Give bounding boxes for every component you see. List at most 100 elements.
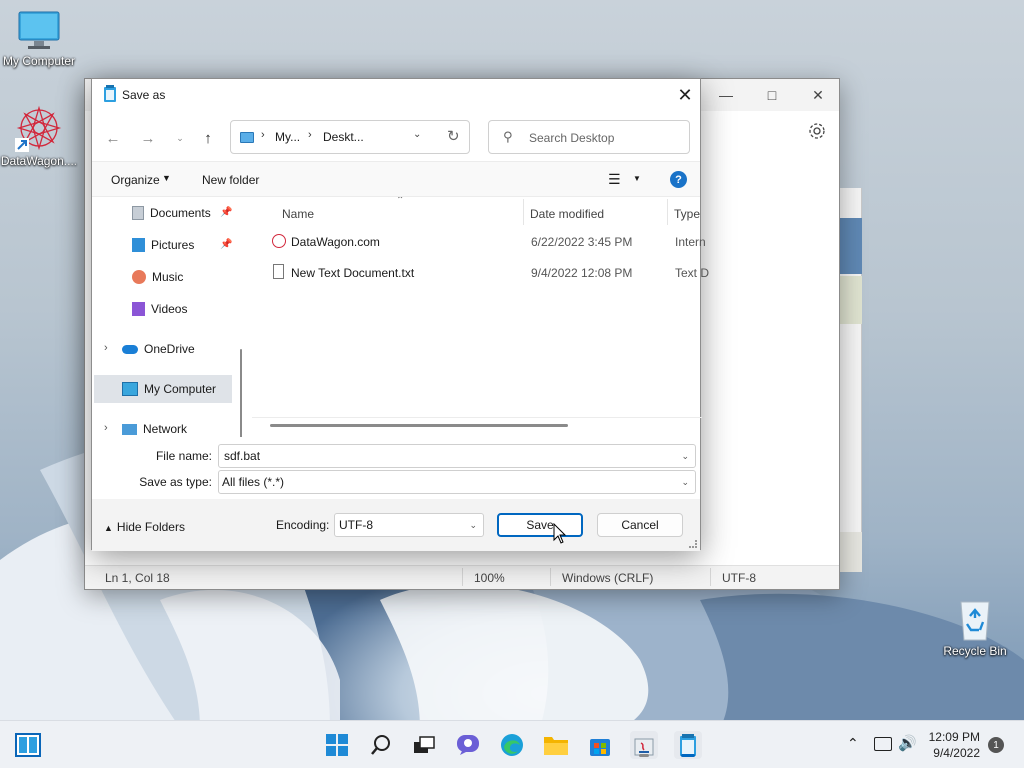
- breadcrumb-desktop[interactable]: Deskt...: [323, 130, 364, 144]
- search-box[interactable]: ⚲ Search Desktop: [488, 120, 690, 154]
- file-row[interactable]: New Text Document.txt 9/4/2022 12:08 PM …: [270, 258, 709, 288]
- monitor-icon: [122, 382, 138, 396]
- datawagon-icon: [15, 104, 63, 152]
- file-list-scrollbar[interactable]: [270, 424, 568, 427]
- file-row[interactable]: DataWagon.com 6/22/2022 3:45 PM Intern: [270, 227, 706, 257]
- breadcrumb-my-computer[interactable]: My...: [275, 130, 300, 144]
- maximize-button[interactable]: □: [749, 79, 795, 111]
- file-name-label: File name:: [155, 449, 212, 463]
- chevron-down-icon[interactable]: ⌄: [681, 451, 689, 462]
- file-date: 9/4/2022 12:08 PM: [531, 266, 633, 280]
- onedrive-icon: [122, 344, 138, 354]
- expand-chevron-icon[interactable]: ›: [104, 422, 108, 434]
- close-button[interactable]: ✕: [795, 79, 841, 111]
- hide-folders-label: Hide Folders: [116, 520, 185, 534]
- system-clock[interactable]: 12:09 PM 9/4/2022: [929, 729, 980, 761]
- nav-item-label: Videos: [151, 302, 188, 316]
- navigation-scrollbar[interactable]: [240, 349, 242, 437]
- view-options-icon[interactable]: ☰: [608, 171, 621, 188]
- command-bar: Organize ▼ New folder ☰ ▼ ?: [92, 161, 700, 197]
- column-header-name[interactable]: Name: [282, 207, 314, 221]
- nav-item-label: Network: [143, 422, 188, 436]
- organize-button[interactable]: Organize: [111, 173, 160, 187]
- text-file-icon: [273, 264, 284, 279]
- column-header-date[interactable]: Date modified: [530, 207, 604, 221]
- address-bar[interactable]: › My... › Deskt... ⌄ ↻: [230, 120, 470, 154]
- notepad-statusbar: Ln 1, Col 18 100% Windows (CRLF) UTF-8: [85, 565, 839, 589]
- expand-chevron-icon[interactable]: ›: [104, 342, 108, 354]
- network-icon: [122, 423, 137, 435]
- encoding-select[interactable]: UTF-8 ⌄: [334, 513, 484, 537]
- file-row[interactable]: [250, 303, 702, 333]
- nav-item-music[interactable]: Music: [132, 263, 232, 291]
- navigation-bar: ← → ⌄ ↑ › My... › Deskt... ⌄ ↻ ⚲ Search …: [92, 117, 700, 157]
- back-arrow-icon[interactable]: ←: [102, 127, 124, 149]
- file-type: Intern: [675, 235, 706, 249]
- new-folder-button[interactable]: New folder: [202, 173, 259, 187]
- widgets-icon[interactable]: [14, 731, 42, 759]
- chat-icon[interactable]: [454, 731, 482, 759]
- file-name-value: sdf.bat: [224, 449, 261, 463]
- file-explorer-icon[interactable]: [542, 731, 570, 759]
- edge-browser-icon[interactable]: [498, 731, 526, 759]
- chevron-down-icon[interactable]: ⌄: [469, 520, 477, 531]
- dialog-footer: ▲ Hide Folders Encoding: UTF-8 ⌄ Save Can…: [92, 499, 700, 551]
- nav-item-label: My Computer: [144, 382, 217, 396]
- file-list-divider: [252, 417, 702, 418]
- volume-icon[interactable]: 🔊: [898, 734, 917, 752]
- clock-date: 9/4/2022: [933, 746, 980, 760]
- search-icon[interactable]: [367, 731, 395, 759]
- search-placeholder: Search Desktop: [529, 131, 615, 145]
- up-arrow-icon[interactable]: ↑: [197, 127, 219, 149]
- taskbar: ⌃ 🔊 12:09 PM 9/4/2022 1: [0, 720, 1024, 768]
- nav-item-videos[interactable]: Videos: [132, 295, 232, 323]
- line-ending: Windows (CRLF): [562, 571, 654, 585]
- nav-item-label: Music: [152, 270, 184, 284]
- resize-grip-icon[interactable]: [689, 540, 697, 548]
- view-chevron-icon[interactable]: ▼: [633, 174, 641, 183]
- refresh-icon[interactable]: ↻: [447, 127, 460, 145]
- address-dropdown-icon[interactable]: ⌄: [413, 129, 421, 140]
- chevron-down-icon[interactable]: ⌄: [681, 477, 689, 488]
- pin-icon: 📌: [220, 207, 233, 218]
- save-type-select[interactable]: All files (*.*) ⌄: [218, 470, 696, 494]
- videos-icon: [132, 302, 145, 316]
- desktop-icon-recycle-bin[interactable]: Recycle Bin: [936, 596, 1014, 658]
- navigation-pane: Documents 📌 Pictures 📌 Music Videos › On…: [92, 197, 244, 437]
- minimize-button[interactable]: —: [703, 79, 749, 111]
- nav-item-pictures[interactable]: Pictures 📌: [132, 231, 232, 259]
- nav-item-documents[interactable]: Documents 📌: [132, 199, 232, 227]
- network-status-icon[interactable]: [874, 737, 892, 751]
- chevron-up-icon: ▲: [104, 523, 113, 533]
- show-hidden-icons-chevron-icon[interactable]: ⌃: [847, 735, 859, 752]
- nav-item-my-computer[interactable]: My Computer: [94, 375, 232, 403]
- close-icon[interactable]: ✕: [670, 79, 700, 111]
- breadcrumb-separator-icon: ›: [308, 129, 312, 141]
- pictures-icon: [132, 238, 145, 252]
- nav-item-network[interactable]: Network: [122, 415, 232, 437]
- zoom-level: 100%: [474, 571, 505, 585]
- pin-icon: 📌: [220, 239, 233, 250]
- file-type: Text D: [675, 266, 710, 280]
- start-icon[interactable]: [323, 731, 351, 759]
- recent-chevron-icon[interactable]: ⌄: [169, 127, 191, 149]
- status-encoding: UTF-8: [722, 571, 756, 585]
- settings-icon[interactable]: [807, 121, 827, 141]
- forward-arrow-icon[interactable]: →: [137, 127, 159, 149]
- notification-badge[interactable]: 1: [988, 737, 1004, 753]
- help-icon[interactable]: ?: [670, 171, 687, 188]
- desktop-icon-my-computer[interactable]: My Computer: [0, 10, 78, 68]
- file-name-input[interactable]: sdf.bat ⌄: [218, 444, 696, 468]
- cancel-button[interactable]: Cancel: [597, 513, 683, 537]
- column-header-type[interactable]: Type: [674, 207, 700, 221]
- java-app-icon[interactable]: [630, 731, 658, 759]
- nav-item-onedrive[interactable]: OneDrive: [122, 335, 232, 363]
- task-view-icon[interactable]: [410, 731, 438, 759]
- sort-arrow-icon: ⌃: [396, 197, 405, 206]
- store-icon[interactable]: [586, 731, 614, 759]
- notepad-icon[interactable]: [674, 731, 702, 759]
- desktop-icon-datawagon[interactable]: DataWagon....: [0, 104, 78, 168]
- save-button[interactable]: Save: [497, 513, 583, 537]
- recycle-bin-icon: [955, 596, 995, 642]
- hide-folders-toggle[interactable]: ▲ Hide Folders: [104, 520, 185, 534]
